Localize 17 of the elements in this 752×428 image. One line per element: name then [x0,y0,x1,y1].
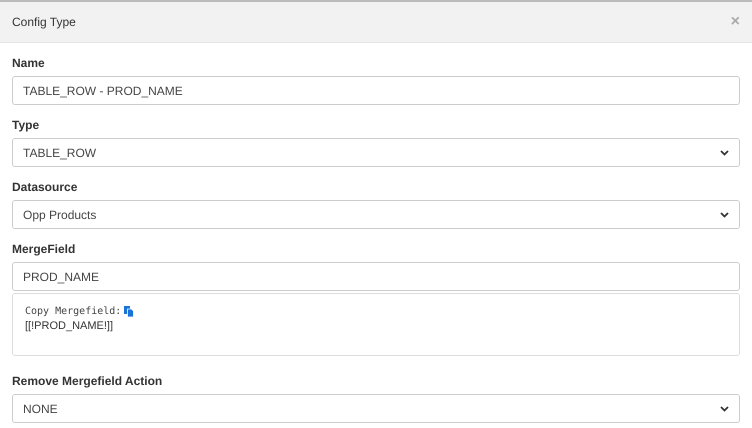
copy-caption: Copy Mergefield: [25,306,122,317]
input-field[interactable]: PROD_NAME [12,262,740,291]
mergefield-code: [[!PROD_NAME!]] [25,320,114,332]
dropdown[interactable]: NONE [12,394,740,423]
field-label: Remove Mergefield Action [12,374,164,388]
chevron-down-icon [720,406,729,412]
field-label: Type [12,118,40,132]
input-field[interactable]: TABLE_ROW - PROD_NAME [12,76,740,105]
field-label: Name [12,56,46,70]
chevron-down-icon [720,150,729,156]
chevron-down-icon [720,212,729,218]
field-label: Datasource [12,180,78,194]
dialog-title: Config Type [12,15,76,29]
copy-icon[interactable] [124,306,134,317]
dropdown[interactable]: Opp Products [12,200,740,229]
field-label: MergeField [12,242,76,256]
dropdown[interactable]: TABLE_ROW [12,138,740,167]
